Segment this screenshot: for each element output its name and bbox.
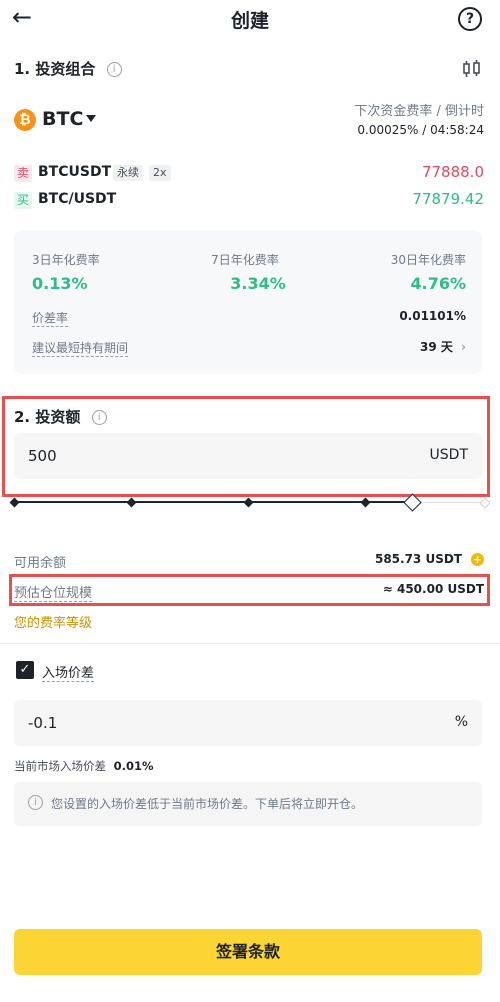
hold-period-link[interactable]: 39 天 › — [420, 338, 466, 355]
slider-stop[interactable] — [360, 497, 371, 508]
market-spread-label: 当前市场入场价差 — [14, 759, 106, 773]
perpetual-chip: 永续 — [113, 165, 143, 181]
buy-price: 77879.42 — [412, 190, 484, 208]
entry-spread-label: 入场价差 — [42, 662, 95, 682]
info-icon[interactable]: i — [91, 410, 107, 425]
notice-box: i 您设置的入场价差低于当前市场价差。下单后将立即开仓。 — [14, 782, 482, 826]
buy-tag: 买 — [14, 192, 32, 209]
position-size-value: ≈ 450.00 USDT — [382, 582, 484, 596]
available-balance-label: 可用余额 — [14, 556, 67, 571]
entry-spread-input[interactable]: -0.1 % — [14, 700, 482, 746]
add-funds-icon[interactable]: + — [471, 553, 484, 566]
info-icon: i — [28, 795, 43, 810]
header: ← 创建 ? — [0, 0, 500, 36]
info-icon[interactable]: i — [106, 62, 122, 77]
available-balance-value: 585.73 USDT — [374, 552, 462, 566]
caret-down-icon[interactable] — [86, 115, 96, 122]
slider-track-empty[interactable] — [412, 502, 484, 503]
divider — [0, 643, 500, 644]
asset-selector[interactable]: BTC — [42, 108, 83, 130]
market-spread-value: 0.01% — [113, 759, 154, 773]
amount-unit: USDT — [429, 447, 468, 463]
compare-icon[interactable] — [462, 60, 482, 78]
sign-terms-button[interactable]: 签署条款 — [14, 929, 482, 975]
bitcoin-icon: ₿ — [14, 109, 36, 131]
spread-value: 0.01101% — [399, 309, 466, 323]
investment-section-title: 2. 投资额 i — [14, 406, 107, 427]
investment-amount-input[interactable]: 500 USDT — [14, 433, 482, 479]
rate30-value: 4.76% — [410, 274, 466, 293]
hold-period-value: 39 天 — [419, 340, 453, 354]
sell-price: 77888.0 — [421, 163, 484, 181]
slider-stop[interactable] — [9, 497, 20, 508]
fee-level-link[interactable]: 您的费率等级 — [14, 612, 92, 631]
question-circle-icon[interactable]: ? — [458, 7, 482, 31]
sell-tag: 卖 — [14, 165, 32, 182]
position-size-label: 预估仓位规模 — [14, 582, 93, 602]
rate30-label: 30日年化费率 — [390, 253, 466, 267]
slider-stop[interactable] — [479, 497, 491, 509]
slider-stop[interactable] — [126, 497, 137, 508]
market-spread-row: 当前市场入场价差 0.01% — [14, 758, 154, 774]
spread-label: 价差率 — [32, 311, 69, 327]
page-title: 创建 — [230, 10, 269, 32]
chevron-right-icon: › — [461, 340, 466, 354]
slider-stop[interactable] — [243, 497, 254, 508]
buy-pair: BTC/USDT — [38, 191, 117, 207]
funding-rate-label: 下次资金费率 / 倒计时 — [354, 104, 484, 119]
notice-text: 您设置的入场价差低于当前市场价差。下单后将立即开仓。 — [51, 797, 364, 811]
funding-rate-value: 0.00025% / 04:58:24 — [357, 123, 484, 137]
slider-track-filled[interactable] — [14, 501, 412, 503]
portfolio-section-title: 1. 投资组合 i — [14, 58, 122, 79]
entry-spread-unit: % — [454, 714, 468, 730]
amount-value: 500 — [28, 447, 57, 465]
leverage-chip: 2x — [149, 165, 171, 181]
sell-pair: BTCUSDT — [38, 164, 112, 180]
entry-spread-checkbox[interactable]: ✓ — [16, 661, 34, 679]
investment-title-text: 2. 投资额 — [14, 408, 81, 426]
entry-spread-value: -0.1 — [28, 714, 58, 732]
hold-period-label: 建议最短持有期间 — [32, 341, 129, 357]
portfolio-title-text: 1. 投资组合 — [14, 60, 96, 78]
